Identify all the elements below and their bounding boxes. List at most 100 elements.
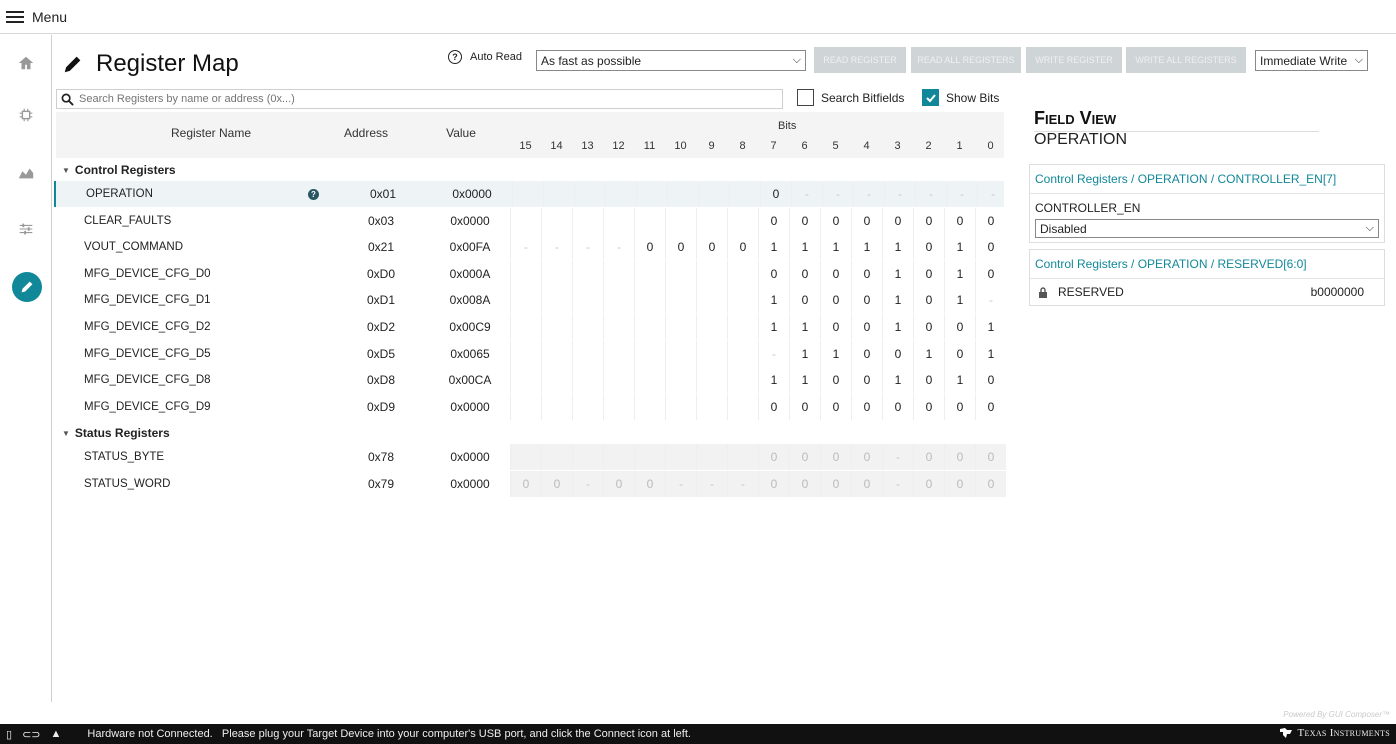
collapse-triangle-icon[interactable]: ▼ [62, 429, 70, 438]
home-icon[interactable] [12, 49, 40, 77]
bit-cell[interactable]: 0 [975, 207, 1006, 234]
auto-read-select[interactable]: As fast as possible ⌵ [536, 50, 806, 71]
bit-cell[interactable]: 0 [758, 471, 789, 497]
search-input[interactable] [79, 93, 759, 105]
bit-cell[interactable]: 1 [789, 314, 820, 340]
bit-cell[interactable]: - [915, 181, 946, 207]
bit-cell[interactable]: 1 [789, 234, 820, 261]
bit-cell[interactable]: 0 [913, 287, 944, 314]
bit-cell[interactable]: 0 [851, 260, 882, 287]
bit-cell[interactable]: 0 [820, 444, 851, 471]
bit-cell[interactable]: 0 [820, 207, 851, 234]
bit-cell[interactable]: - [975, 287, 1006, 314]
bit-cell[interactable]: 1 [882, 260, 913, 287]
bit-cell[interactable]: - [696, 471, 727, 497]
table-row[interactable]: MFG_DEVICE_CFG_D2 0xD2 0x00C9 1 1 0 0 1 0 0 1 [54, 314, 1004, 340]
bit-cell[interactable]: 0 [913, 471, 944, 497]
bit-cell[interactable]: 0 [696, 234, 727, 261]
bit-cell[interactable]: 0 [975, 234, 1006, 261]
table-row[interactable]: MFG_DEVICE_CFG_D8 0xD8 0x00CA 1 1 0 0 1 0 1 0 [54, 367, 1006, 394]
bit-cell[interactable]: 0 [975, 367, 1006, 394]
bit-cell[interactable]: 1 [882, 314, 913, 340]
bit-cell[interactable]: 0 [758, 260, 789, 287]
bit-cell[interactable]: 1 [758, 234, 789, 261]
bit-cell[interactable]: 1 [758, 314, 789, 340]
bit-cell[interactable]: 1 [975, 314, 1006, 340]
help-icon[interactable]: ? [448, 50, 462, 64]
search-bitfields-checkbox[interactable] [797, 89, 814, 106]
bit-cell[interactable]: 0 [944, 340, 975, 367]
bit-cell[interactable]: 0 [789, 444, 820, 471]
bit-cell[interactable]: 1 [975, 340, 1006, 367]
bit-cell[interactable]: 1 [944, 367, 975, 394]
bit-cell[interactable]: 0 [913, 207, 944, 234]
hamburger-menu-icon[interactable] [6, 10, 24, 24]
bit-cell[interactable]: 0 [820, 287, 851, 314]
bit-cell[interactable]: 0 [789, 471, 820, 497]
bit-cell[interactable]: 0 [913, 393, 944, 420]
bit-cell[interactable]: 0 [882, 340, 913, 367]
bit-cell[interactable]: 0 [913, 367, 944, 394]
bit-cell[interactable]: 0 [820, 471, 851, 497]
bit-cell[interactable]: 0 [851, 471, 882, 497]
bit-cell[interactable]: - [822, 181, 853, 207]
pencil-icon[interactable] [12, 272, 42, 302]
bit-cell[interactable]: 0 [975, 393, 1006, 420]
table-row[interactable]: STATUS_BYTE 0x78 0x0000 0 0 0 0-0 0 0 [54, 444, 1006, 471]
table-row[interactable]: MFG_DEVICE_CFG_D9 0xD9 0x0000 0 0 0 0 0 0 0 0 [54, 393, 1006, 420]
bit-cell[interactable]: 0 [789, 393, 820, 420]
read-register-button[interactable]: READ REGISTER [814, 47, 906, 73]
bit-cell[interactable]: - [882, 471, 913, 497]
bit-cell[interactable]: 0 [758, 393, 789, 420]
area-chart-icon[interactable] [12, 159, 40, 187]
menu-label[interactable]: Menu [32, 9, 67, 25]
bit-cell[interactable]: 0 [944, 393, 975, 420]
bit-cell[interactable]: 0 [758, 444, 789, 471]
bit-cell[interactable]: 0 [851, 393, 882, 420]
table-row[interactable]: MFG_DEVICE_CFG_D1 0xD1 0x008A 1 0 0 0 1 0 1- [54, 287, 1006, 314]
bit-cell[interactable]: 1 [913, 340, 944, 367]
bit-cell[interactable]: - [884, 181, 915, 207]
bit-cell[interactable]: 0 [634, 234, 665, 261]
bit-cell[interactable]: 0 [760, 181, 791, 207]
bit-cell[interactable]: 1 [758, 287, 789, 314]
controller-en-select[interactable]: Disabled ⌵ [1035, 219, 1379, 238]
table-row[interactable]: OPERATION 0x01 0x0000? 0- - - - - - - [54, 181, 1004, 207]
bit-cell[interactable]: 0 [789, 207, 820, 234]
bit-cell[interactable]: 0 [789, 260, 820, 287]
collapse-triangle-icon[interactable]: ▼ [62, 166, 70, 175]
bit-cell[interactable]: 0 [758, 207, 789, 234]
bit-cell[interactable]: 0 [851, 287, 882, 314]
bit-cell[interactable]: 1 [789, 340, 820, 367]
register-group[interactable]: ▼ Status Registers [62, 426, 170, 440]
bit-cell[interactable]: 1 [820, 340, 851, 367]
bit-cell[interactable]: 0 [944, 314, 975, 340]
bit-cell[interactable]: 0 [820, 367, 851, 394]
bit-cell[interactable]: - [946, 181, 977, 207]
connection-icon[interactable]: ▯ [6, 728, 12, 741]
bit-cell[interactable]: 0 [851, 444, 882, 471]
table-row[interactable]: VOUT_COMMAND 0x21 0x00FA - - - -0 0 0 0 1 1 1 1 1 0 1 0 [54, 234, 1006, 261]
bit-cell[interactable]: 1 [944, 260, 975, 287]
bit-cell[interactable]: - [510, 234, 541, 261]
sliders-icon[interactable] [12, 215, 40, 243]
bit-cell[interactable]: 0 [975, 260, 1006, 287]
caret-up-icon[interactable]: ▲ [51, 728, 62, 740]
table-row[interactable]: MFG_DEVICE_CFG_D5 0xD5 0x0065-1 1 0 0 1 0 1 [54, 340, 1006, 367]
bit-cell[interactable]: - [853, 181, 884, 207]
chip-icon[interactable] [12, 101, 40, 129]
register-group[interactable]: ▼ Control Registers [62, 163, 176, 177]
bit-cell[interactable]: 1 [944, 234, 975, 261]
field-path-link[interactable]: Control Registers / OPERATION / RESERVED… [1030, 250, 1384, 279]
bit-cell[interactable]: 0 [603, 471, 634, 497]
bit-cell[interactable]: - [665, 471, 696, 497]
bit-cell[interactable]: 0 [975, 444, 1006, 471]
bit-cell[interactable]: 1 [851, 234, 882, 261]
search-bitfields-toggle[interactable]: Search Bitfields [797, 89, 904, 106]
bit-cell[interactable]: 0 [944, 207, 975, 234]
bit-cell[interactable]: 0 [944, 471, 975, 497]
bit-cell[interactable]: 0 [913, 234, 944, 261]
bit-cell[interactable]: 1 [882, 367, 913, 394]
table-row[interactable]: MFG_DEVICE_CFG_D0 0xD0 0x000A 0 0 0 0 1 0 1 0 [54, 260, 1006, 287]
field-path-link[interactable]: Control Registers / OPERATION / CONTROLL… [1030, 165, 1384, 194]
